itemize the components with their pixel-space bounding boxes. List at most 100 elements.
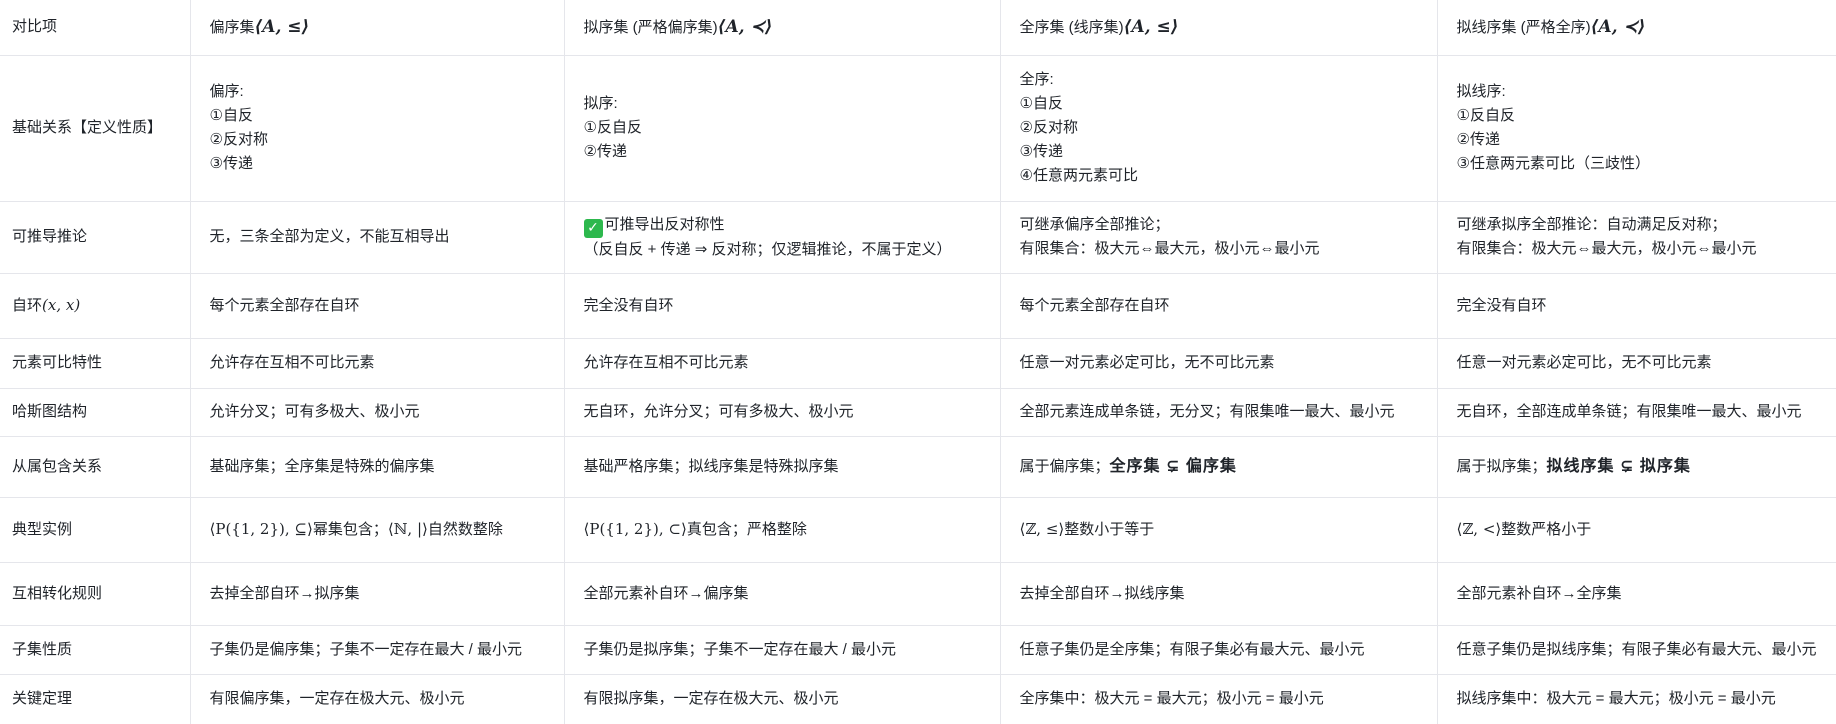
order-set-comparison-table: 对比项 偏序集⟨A, ≤⟩ 拟序集 (严格偏序集)⟨A, ≺⟩ 全序集 (线序集…: [0, 0, 1836, 724]
cell-loop-strict-total-order: 完全没有自环: [1436, 272, 1836, 339]
row-label-subset: 子集性质: [0, 624, 191, 675]
cell-derive-strict-total-order: 可继承拟序全部推论：自动满足反对称； 有限集合：极大元⇔最大元，极小元⇔最小元: [1436, 200, 1836, 274]
example-text: 整数严格小于: [1501, 521, 1592, 538]
header-total-order: 全序集 (线序集)⟨A, ≤⟩: [999, 0, 1438, 56]
list-item: ①反自反: [1456, 107, 1515, 124]
cell-derive-quasi-order: ✓ 可推导出反对称性 （反自反 + 传递 ⇒ 反对称；仅逻辑推论，不属于定义）: [563, 200, 1001, 274]
cell-inclusion-total-order: 属于偏序集；全序集 ⊊ 偏序集: [999, 435, 1438, 498]
cell-example-quasi-order: ⟨P({1, 2}), ⊂⟩真包含；严格整除: [563, 496, 1001, 563]
cell-comparable-strict-total-order: 任意一对元素必定可比，无不可比元素: [1436, 337, 1836, 389]
cell-theorem-poset: 有限偏序集，一定存在极大元、极小元: [189, 673, 565, 724]
cell-convert-quasi-order: 全部元素补自环→偏序集: [563, 561, 1001, 626]
cell-hasse-poset: 允许分叉；可有多极大、极小元: [189, 387, 565, 437]
cell-loop-quasi-order: 完全没有自环: [563, 272, 1001, 339]
list-item: ②反对称: [1019, 119, 1078, 136]
cell-basic-strict-total-order: 拟线序: ①反自反 ②传递 ③任意两元素可比（三歧性）: [1436, 54, 1836, 202]
derive-line-2: 有限集合：极大元⇔最大元，极小元⇔最小元: [1019, 240, 1320, 257]
cell-comparable-poset: 允许存在互相不可比元素: [189, 337, 565, 389]
list-item: ③任意两元素可比（三歧性）: [1456, 155, 1650, 172]
inclusion-bold: 全序集 ⊊ 偏序集: [1109, 457, 1237, 475]
header-quasi-order: 拟序集 (严格偏序集)⟨A, ≺⟩: [563, 0, 1001, 56]
list-item: ③传递: [209, 155, 253, 172]
cell-basic-quasi-order: 拟序: ①反自反 ②传递: [563, 54, 1001, 202]
example-math: ⟨ℕ, |⟩: [387, 520, 428, 538]
example-text: 幂集包含；: [312, 521, 388, 538]
list-item: 拟序:: [583, 95, 618, 112]
row-label-inclusion: 从属包含关系: [0, 435, 191, 498]
cell-example-total-order: ⟨ℤ, ≤⟩整数小于等于: [999, 496, 1438, 563]
check-mark-icon: ✓: [583, 218, 603, 238]
header-poset-text: 偏序集: [209, 18, 255, 36]
row-label-loop-math: (x, x): [42, 296, 81, 314]
example-math: ⟨ℤ, ≤⟩: [1019, 520, 1065, 538]
cell-inclusion-strict-total-order: 属于拟序集；拟线序集 ⊊ 拟序集: [1436, 435, 1836, 498]
row-label-derive: 可推导推论: [0, 200, 191, 274]
row-label-comparable: 元素可比特性: [0, 337, 191, 389]
cell-hasse-quasi-order: 无自环，允许分叉；可有多极大、极小元: [563, 387, 1001, 437]
comparison-table-container: 对比项 偏序集⟨A, ≤⟩ 拟序集 (严格偏序集)⟨A, ≺⟩ 全序集 (线序集…: [0, 0, 1836, 724]
cell-theorem-quasi-order: 有限拟序集，一定存在极大元、极小元: [563, 673, 1001, 724]
example-math: ⟨ℤ, <⟩: [1456, 520, 1502, 538]
list-item: ②传递: [583, 143, 627, 160]
cell-comparable-total-order: 任意一对元素必定可比，无不可比元素: [999, 337, 1438, 389]
cell-inclusion-poset: 基础序集；全序集是特殊的偏序集: [189, 435, 565, 498]
list-item: ③传递: [1019, 143, 1063, 160]
list-item: ②反对称: [209, 131, 268, 148]
table-row-comparability: 元素可比特性 允许存在互相不可比元素 允许存在互相不可比元素 任意一对元素必定可…: [0, 337, 1836, 389]
example-math: ⟨P({1, 2}), ⊂⟩: [583, 520, 687, 538]
list-item: 拟线序:: [1456, 83, 1506, 100]
table-row-subset: 子集性质 子集仍是偏序集；子集不一定存在最大 / 最小元 子集仍是拟序集；子集不…: [0, 624, 1836, 675]
header-total-order-math: ⟨A, ≤⟩: [1123, 16, 1179, 37]
list-item: 全序:: [1019, 71, 1054, 88]
inclusion-text: 属于偏序集；: [1019, 457, 1110, 475]
table-row-conversion: 互相转化规则 去掉全部自环→拟序集 全部元素补自环→偏序集 去掉全部自环→拟线序…: [0, 561, 1836, 626]
cell-derive-poset: 无，三条全部为定义，不能互相导出: [189, 200, 565, 274]
header-quasi-order-text: 拟序集 (严格偏序集): [583, 18, 718, 36]
header-strict-total-order-math: ⟨A, ≺⟩: [1590, 16, 1646, 37]
derive-line-1: 可继承拟序全部推论：自动满足反对称；: [1456, 216, 1727, 233]
list-item: ②传递: [1456, 131, 1500, 148]
header-poset: 偏序集⟨A, ≤⟩: [189, 0, 565, 56]
example-text: 整数小于等于: [1064, 521, 1155, 538]
cell-basic-poset: 偏序: ①自反 ②反对称 ③传递: [189, 54, 565, 202]
row-label-example: 典型实例: [0, 496, 191, 563]
cell-loop-poset: 每个元素全部存在自环: [189, 272, 565, 339]
example-math: ⟨P({1, 2}), ⊆⟩: [209, 520, 313, 538]
example-text: 真包含；严格整除: [686, 521, 807, 538]
example-text: 自然数整除: [427, 521, 503, 538]
header-label: 对比项: [0, 0, 191, 56]
header-poset-math: ⟨A, ≤⟩: [254, 16, 310, 37]
table-row-examples: 典型实例 ⟨P({1, 2}), ⊆⟩幂集包含；⟨ℕ, |⟩自然数整除 ⟨P({…: [0, 496, 1836, 563]
cell-derive-total-order: 可继承偏序全部推论； 有限集合：极大元⇔最大元，极小元⇔最小元: [999, 200, 1438, 274]
table-row-basic-relation: 基础关系【定义性质】 偏序: ①自反 ②反对称 ③传递 拟序: ①反自反 ②传递…: [0, 54, 1836, 202]
inclusion-text: 属于拟序集；: [1456, 457, 1547, 475]
list-item: 偏序:: [209, 83, 244, 100]
cell-example-strict-total-order: ⟨ℤ, <⟩整数严格小于: [1436, 496, 1836, 563]
row-label-basic: 基础关系【定义性质】: [0, 54, 191, 202]
table-row-inclusion: 从属包含关系 基础序集；全序集是特殊的偏序集 基础严格序集；拟线序集是特殊拟序集…: [0, 435, 1836, 498]
table-row-theorem: 关键定理 有限偏序集，一定存在极大元、极小元 有限拟序集，一定存在极大元、极小元…: [0, 673, 1836, 724]
cell-hasse-strict-total-order: 无自环，全部连成单条链；有限集唯一最大、最小元: [1436, 387, 1836, 437]
cell-basic-total-order: 全序: ①自反 ②反对称 ③传递 ④任意两元素可比: [999, 54, 1438, 202]
table-row-hasse: 哈斯图结构 允许分叉；可有多极大、极小元 无自环，允许分叉；可有多极大、极小元 …: [0, 387, 1836, 437]
row-label-theorem: 关键定理: [0, 673, 191, 724]
derive-line-2: （反自反 + 传递 ⇒ 反对称；仅逻辑推论，不属于定义）: [583, 240, 952, 258]
row-label-loop: 自环(x, x): [0, 272, 191, 339]
table-row-header: 对比项 偏序集⟨A, ≤⟩ 拟序集 (严格偏序集)⟨A, ≺⟩ 全序集 (线序集…: [0, 0, 1836, 56]
cell-theorem-strict-total-order: 拟线序集中：极大元 = 最大元；极小元 = 最小元: [1436, 673, 1836, 724]
cell-subset-strict-total-order: 任意子集仍是拟线序集；有限子集必有最大元、最小元: [1436, 624, 1836, 675]
cell-theorem-total-order: 全序集中：极大元 = 最大元；极小元 = 最小元: [999, 673, 1438, 724]
cell-convert-strict-total-order: 全部元素补自环→全序集: [1436, 561, 1836, 626]
derive-line-1: ✓ 可推导出反对称性: [583, 213, 981, 238]
header-total-order-text: 全序集 (线序集): [1019, 18, 1124, 36]
list-item: ①自反: [1019, 95, 1063, 112]
cell-subset-poset: 子集仍是偏序集；子集不一定存在最大 / 最小元: [189, 624, 565, 675]
header-strict-total-order: 拟线序集 (严格全序)⟨A, ≺⟩: [1436, 0, 1836, 56]
cell-convert-total-order: 去掉全部自环→拟线序集: [999, 561, 1438, 626]
cell-inclusion-quasi-order: 基础严格序集；拟线序集是特殊拟序集: [563, 435, 1001, 498]
list-item: ①反自反: [583, 119, 642, 136]
derive-line-1-text: 可推导出反对称性: [604, 215, 725, 233]
derive-line-2: 有限集合：极大元⇔最大元，极小元⇔最小元: [1456, 240, 1757, 257]
cell-subset-quasi-order: 子集仍是拟序集；子集不一定存在最大 / 最小元: [563, 624, 1001, 675]
derive-line-1: 可继承偏序全部推论；: [1019, 216, 1170, 233]
